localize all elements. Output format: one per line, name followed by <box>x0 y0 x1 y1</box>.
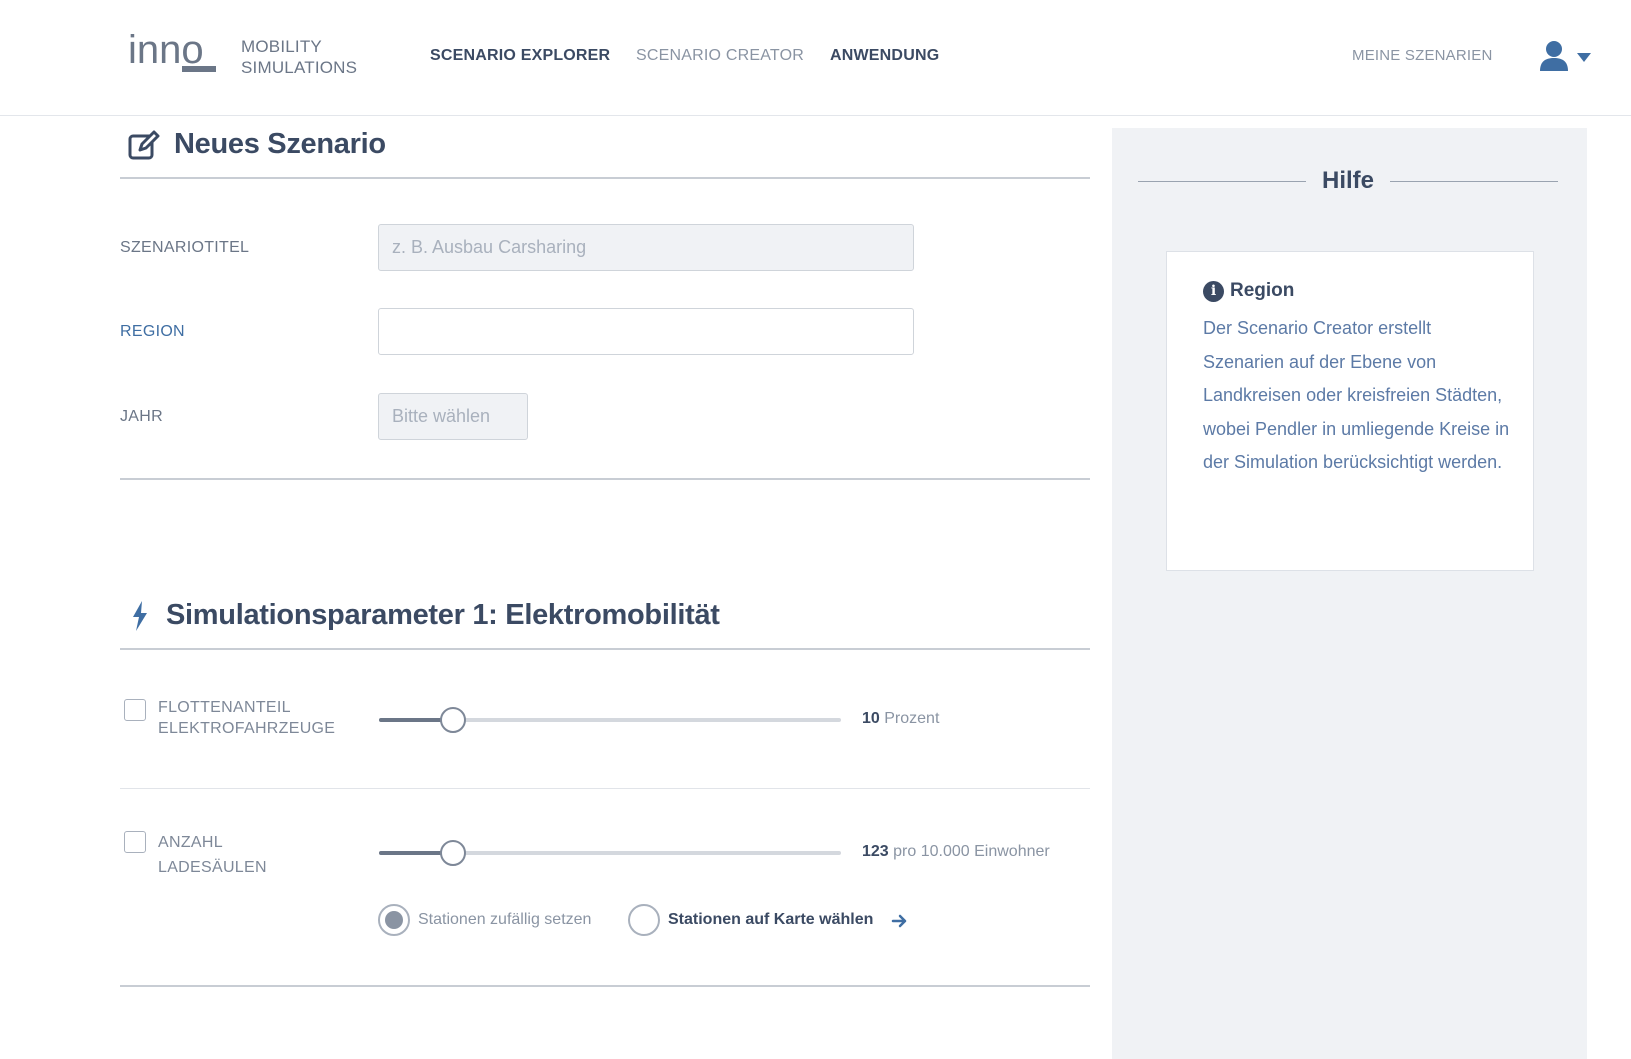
page-title: Neues Szenario <box>174 128 386 160</box>
help-sidebar: Hilfe i Region Der Scenario Creator erst… <box>1112 128 1587 1059</box>
chevron-down-icon <box>1577 53 1591 62</box>
fleet-share-label-line-1: FLOTTENANTEIL <box>158 699 291 716</box>
nav-my-scenarios[interactable]: MEINE SZENARIEN <box>1352 47 1493 64</box>
logo-text: inno <box>128 30 204 72</box>
fleet-share-slider[interactable] <box>379 707 841 733</box>
params-section-title: Simulationsparameter 1: Elektromobilität <box>128 599 720 632</box>
top-navbar: inno MOBILITY SIMULATIONS SCENARIO EXPLO… <box>0 0 1631 116</box>
charging-stations-label-line-2: LADESÄULEN <box>158 859 267 876</box>
user-icon <box>1540 41 1591 71</box>
charging-stations-slider[interactable] <box>379 840 841 866</box>
info-icon: i <box>1203 280 1224 302</box>
scenario-title-input[interactable] <box>378 224 914 271</box>
map-stations-label[interactable]: Stationen auf Karte wählen <box>668 911 873 929</box>
charging-stations-number: 123 <box>862 843 889 860</box>
fleet-share-checkbox[interactable] <box>124 699 146 721</box>
help-card-text: Der Scenario Creator erstellt Szenarien … <box>1203 318 1510 472</box>
divider <box>120 478 1090 480</box>
random-stations-radio[interactable] <box>378 904 410 936</box>
fleet-share-label-line-2: ELEKTROFAHRZEUGE <box>158 720 336 737</box>
nav-scenario-creator[interactable]: SCENARIO CREATOR <box>636 47 804 65</box>
fleet-share-slider-thumb[interactable] <box>439 707 466 733</box>
help-card: i Region Der Scenario Creator erstellt S… <box>1166 251 1534 571</box>
random-stations-label[interactable]: Stationen zufällig setzen <box>418 911 591 929</box>
year-label: JAHR <box>120 408 163 425</box>
help-card-title: i Region <box>1203 280 1294 302</box>
charging-stations-value: 123 pro 10.000 Einwohner <box>862 843 1050 861</box>
charging-stations-checkbox[interactable] <box>124 831 146 853</box>
fleet-share-label: FLOTTENANTEIL ELEKTROFAHRZEUGE <box>158 697 335 739</box>
params-title: Simulationsparameter 1: Elektromobilität <box>166 599 720 631</box>
help-divider-right <box>1390 181 1558 182</box>
charging-stations-label-line-1: ANZAHL <box>158 834 223 851</box>
divider <box>120 648 1090 650</box>
help-card-heading: Region <box>1230 280 1295 301</box>
brand-name: MOBILITY SIMULATIONS <box>241 36 357 78</box>
brand-line-1: MOBILITY <box>241 37 322 56</box>
region-label: REGION <box>120 323 185 340</box>
scenario-title-label: SZENARIOTITEL <box>120 239 250 256</box>
charging-stations-slider-thumb[interactable] <box>439 840 466 866</box>
help-title: Hilfe <box>1321 167 1374 194</box>
brand-line-2: SIMULATIONS <box>241 58 358 77</box>
edit-icon <box>128 130 160 159</box>
scenario-section-title: Neues Szenario <box>128 128 386 161</box>
charging-stations-unit: pro 10.000 Einwohner <box>893 843 1050 860</box>
divider <box>120 788 1090 789</box>
user-menu-button[interactable] <box>1538 40 1594 72</box>
fleet-share-value: 10 Prozent <box>862 710 939 728</box>
charging-stations-label: ANZAHL LADESÄULEN <box>158 830 267 880</box>
fleet-share-unit: Prozent <box>884 710 940 727</box>
inno-logo[interactable]: inno <box>128 30 220 80</box>
bolt-icon <box>133 600 147 631</box>
nav-anwendung[interactable]: ANWENDUNG <box>830 47 939 65</box>
region-input[interactable] <box>378 308 914 355</box>
divider <box>120 985 1090 987</box>
help-divider-left <box>1138 181 1306 182</box>
nav-scenario-explorer[interactable]: SCENARIO EXPLORER <box>430 47 610 65</box>
map-stations-radio[interactable] <box>628 904 660 936</box>
divider <box>120 177 1090 179</box>
fleet-share-number: 10 <box>862 710 880 727</box>
year-select[interactable]: Bitte wählen <box>378 393 528 440</box>
arrow-right-icon[interactable] <box>891 912 909 930</box>
